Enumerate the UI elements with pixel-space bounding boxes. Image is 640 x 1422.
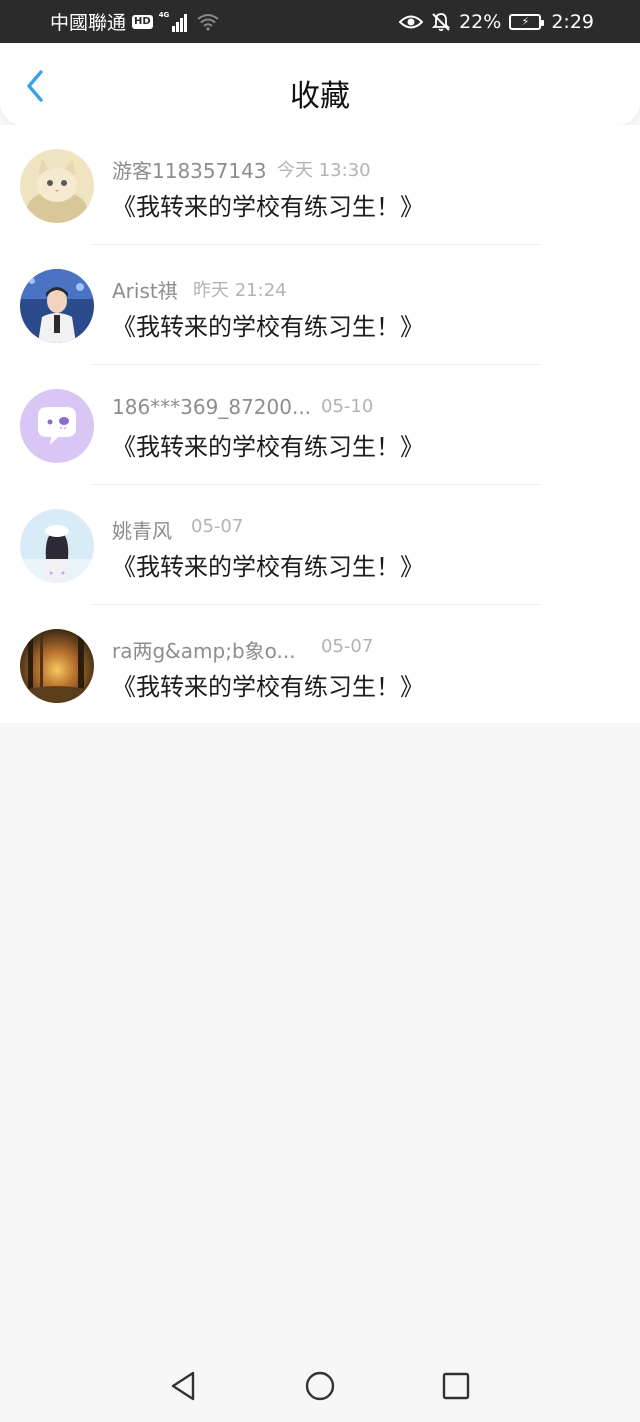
app-header: 收藏 <box>0 43 640 125</box>
chat-bubble-avatar-icon[interactable] <box>20 389 94 463</box>
user-name: 姚青风 <box>112 519 172 543</box>
timestamp: 05-07 <box>191 516 244 537</box>
wifi-icon <box>197 13 219 31</box>
network-type: 4G <box>158 10 170 19</box>
list-item[interactable]: 姚青风 05-07 《我转来的学校有练习生！》 <box>0 485 640 605</box>
status-right: 22% ⚡ 2:29 <box>399 0 594 43</box>
boy-photo-avatar-icon[interactable] <box>20 269 94 343</box>
story-title[interactable]: 《我转来的学校有练习生！》 <box>112 187 424 222</box>
user-name: Arist祺 <box>112 279 178 303</box>
carrier-label: 中國聯通 <box>50 12 127 34</box>
user-name: 游客118357143 <box>112 159 267 183</box>
system-nav-bar <box>0 1350 640 1422</box>
timestamp: 昨天 21:24 <box>193 280 287 301</box>
battery-charging-icon: ⚡ <box>509 13 545 30</box>
circle-home-icon <box>305 1371 335 1401</box>
girl-illustration-avatar-icon[interactable] <box>20 509 94 583</box>
list-item[interactable]: 186***369_87200... 05-10 《我转来的学校有练习生！》 <box>0 365 640 485</box>
forest-sunset-avatar-icon[interactable] <box>20 629 94 703</box>
story-title[interactable]: 《我转来的学校有练习生！》 <box>112 307 424 342</box>
clock: 2:29 <box>551 10 594 33</box>
cat-avatar-icon[interactable] <box>20 149 94 223</box>
timestamp: 05-10 <box>321 396 374 417</box>
user-name: ra两g&amp;b象o... <box>112 639 296 663</box>
bell-muted-icon <box>431 12 451 31</box>
timestamp: 今天 13:30 <box>277 160 371 181</box>
list-item[interactable]: ra两g&amp;b象o... 05-07 《我转来的学校有练习生！》 <box>0 605 640 725</box>
story-title[interactable]: 《我转来的学校有练习生！》 <box>112 667 424 702</box>
triangle-back-icon <box>171 1371 195 1401</box>
story-title[interactable]: 《我转来的学校有练习生！》 <box>112 427 424 462</box>
list-item[interactable]: Arist祺 昨天 21:24 《我转来的学校有练习生！》 <box>0 245 640 365</box>
battery-percent: 22% <box>459 10 502 33</box>
eye-icon <box>399 15 424 28</box>
nav-back-button[interactable] <box>165 1368 201 1404</box>
page-title: 收藏 <box>290 79 350 114</box>
story-title[interactable]: 《我转来的学校有练习生！》 <box>112 547 424 582</box>
status-bar: 中國聯通 HD 4G 22% ⚡ 2:29 <box>0 0 640 43</box>
signal-icon: 4G <box>158 10 188 32</box>
nav-home-button[interactable] <box>302 1368 338 1404</box>
timestamp: 05-07 <box>321 636 374 657</box>
user-name: 186***369_87200... <box>112 395 312 419</box>
favorites-list: 游客118357143 今天 13:30 《我转来的学校有练习生！》 Arist… <box>0 125 640 723</box>
nav-recents-button[interactable] <box>438 1368 474 1404</box>
list-item[interactable]: 游客118357143 今天 13:30 《我转来的学校有练习生！》 <box>0 125 640 245</box>
square-recents-icon <box>442 1372 470 1400</box>
status-left: 中國聯通 HD 4G <box>50 0 219 43</box>
hd-badge: HD <box>132 14 153 29</box>
